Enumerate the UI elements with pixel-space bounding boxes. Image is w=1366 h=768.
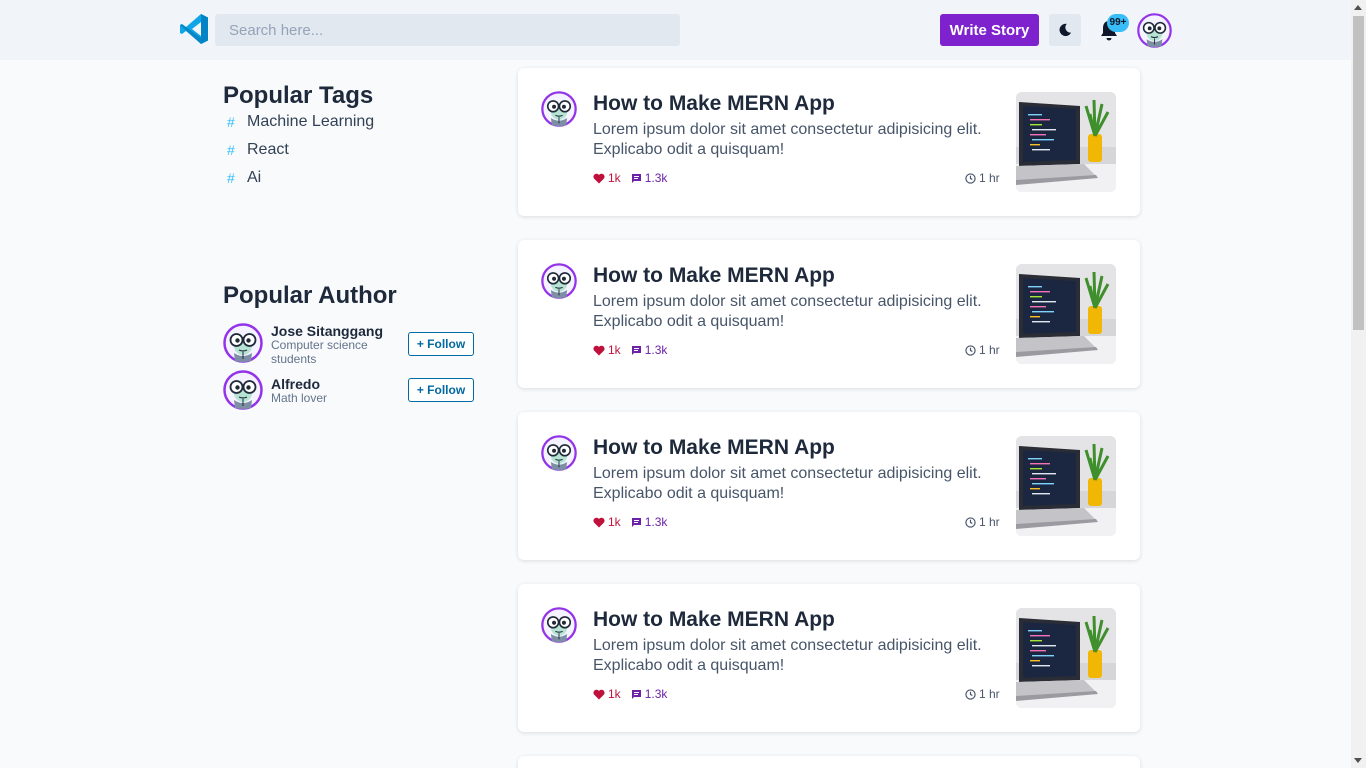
- post-title[interactable]: How to Make MERN App: [593, 436, 835, 460]
- post-time: 1 hr: [965, 515, 1000, 529]
- post-time: 1 hr: [965, 687, 1000, 701]
- post-stats: 1k 1.3k: [593, 515, 667, 529]
- post-stats: 1k 1.3k: [593, 343, 667, 357]
- author-bio: Computer science students: [271, 338, 368, 366]
- post-stats: 1k 1.3k: [593, 171, 667, 185]
- likes-count: 1k: [608, 515, 621, 529]
- post-title[interactable]: How to Make MERN App: [593, 264, 835, 288]
- comments-stat[interactable]: 1.3k: [631, 515, 668, 529]
- tag-label: Machine Learning: [247, 113, 375, 130]
- likes-stat[interactable]: 1k: [593, 343, 621, 357]
- comments-count: 1.3k: [644, 343, 668, 357]
- post-thumbnail[interactable]: [1016, 264, 1116, 364]
- post-card[interactable]: How to Make MERN App Lorem ipsum dolor s…: [518, 584, 1140, 732]
- comments-count: 1.3k: [644, 171, 668, 185]
- post-thumbnail[interactable]: [1016, 608, 1116, 708]
- comment-icon: [631, 517, 641, 527]
- post-card[interactable]: How to Make MERN App Lorem ipsum dolor s…: [518, 240, 1140, 388]
- tag-item[interactable]: # Ai: [227, 168, 261, 188]
- post-thumbnail[interactable]: [1016, 436, 1116, 536]
- post-time: 1 hr: [965, 343, 1000, 357]
- post-title[interactable]: How to Make MERN App: [593, 92, 835, 116]
- clock-icon: [965, 344, 976, 356]
- post-title[interactable]: How to Make MERN App: [593, 608, 835, 632]
- comments-count: 1.3k: [644, 515, 668, 529]
- comments-count: 1.3k: [644, 687, 668, 701]
- comment-icon: [631, 173, 641, 183]
- likes-count: 1k: [608, 687, 621, 701]
- comments-stat[interactable]: 1.3k: [631, 687, 668, 701]
- likes-stat[interactable]: 1k: [593, 687, 621, 701]
- heart-icon: [593, 689, 605, 699]
- popular-tags-heading: Popular Tags: [223, 82, 374, 109]
- post-excerpt: Lorem ipsum dolor sit amet consectetur a…: [593, 465, 982, 502]
- post-stats: 1k 1.3k: [593, 687, 667, 701]
- scroll-down-arrow-icon[interactable]: [1354, 758, 1362, 763]
- hash-icon: #: [227, 114, 235, 130]
- theme-toggle-button[interactable]: [1049, 14, 1081, 46]
- author-item: Jose Sitanggang Computer science student…: [223, 323, 478, 367]
- clock-icon: [965, 688, 976, 700]
- write-story-button[interactable]: Write Story: [940, 14, 1039, 46]
- search-input[interactable]: [215, 14, 680, 46]
- popular-author-heading: Popular Author: [223, 282, 397, 309]
- author-bio: Math lover: [271, 391, 328, 405]
- tag-label: React: [247, 141, 289, 158]
- post-thumbnail[interactable]: [1016, 92, 1116, 192]
- author-name[interactable]: Alfredo: [271, 376, 320, 392]
- vscode-logo-icon[interactable]: [179, 13, 209, 45]
- hash-icon: #: [227, 170, 235, 186]
- clock-icon: [965, 516, 976, 528]
- post-time: 1 hr: [965, 171, 1000, 185]
- likes-stat[interactable]: 1k: [593, 171, 621, 185]
- author-avatar-icon[interactable]: [541, 263, 577, 299]
- likes-stat[interactable]: 1k: [593, 515, 621, 529]
- top-navbar: Write Story 99+: [0, 0, 1351, 60]
- likes-count: 1k: [608, 171, 621, 185]
- time-label: 1 hr: [979, 515, 1000, 529]
- tag-label: Ai: [247, 169, 262, 186]
- author-item: Alfredo Math lover + Follow: [223, 370, 478, 410]
- comment-icon: [631, 689, 641, 699]
- likes-count: 1k: [608, 343, 621, 357]
- author-name[interactable]: Jose Sitanggang: [271, 323, 383, 339]
- author-avatar-icon[interactable]: [541, 91, 577, 127]
- heart-icon: [593, 517, 605, 527]
- author-avatar-icon[interactable]: [223, 370, 263, 410]
- post-excerpt: Lorem ipsum dolor sit amet consectetur a…: [593, 293, 982, 330]
- follow-button[interactable]: + Follow: [408, 332, 474, 356]
- heart-icon: [593, 345, 605, 355]
- author-avatar-icon[interactable]: [541, 435, 577, 471]
- author-avatar-icon[interactable]: [541, 607, 577, 643]
- page-scrollbar[interactable]: [1351, 0, 1366, 768]
- scroll-up-arrow-icon[interactable]: [1354, 5, 1362, 10]
- clock-icon: [965, 172, 976, 184]
- scrollbar-thumb[interactable]: [1353, 16, 1364, 330]
- time-label: 1 hr: [979, 687, 1000, 701]
- follow-button[interactable]: + Follow: [408, 378, 474, 402]
- hash-icon: #: [227, 142, 235, 158]
- notification-badge: 99+: [1107, 14, 1129, 32]
- time-label: 1 hr: [979, 171, 1000, 185]
- tag-item[interactable]: # Machine Learning: [227, 112, 374, 132]
- user-avatar-icon[interactable]: [1137, 13, 1172, 48]
- heart-icon: [593, 173, 605, 183]
- moon-icon: [1059, 23, 1072, 37]
- post-excerpt: Lorem ipsum dolor sit amet consectetur a…: [593, 637, 982, 674]
- comments-stat[interactable]: 1.3k: [631, 343, 668, 357]
- tag-item[interactable]: # React: [227, 140, 289, 160]
- post-excerpt: Lorem ipsum dolor sit amet consectetur a…: [593, 121, 982, 158]
- post-card[interactable]: How to Make MERN App Lorem ipsum dolor s…: [518, 68, 1140, 216]
- comment-icon: [631, 345, 641, 355]
- author-avatar-icon[interactable]: [223, 323, 263, 363]
- time-label: 1 hr: [979, 343, 1000, 357]
- comments-stat[interactable]: 1.3k: [631, 171, 668, 185]
- post-card[interactable]: How to Make MERN App Lorem ipsum dolor s…: [518, 412, 1140, 560]
- post-card-partial[interactable]: [518, 756, 1140, 768]
